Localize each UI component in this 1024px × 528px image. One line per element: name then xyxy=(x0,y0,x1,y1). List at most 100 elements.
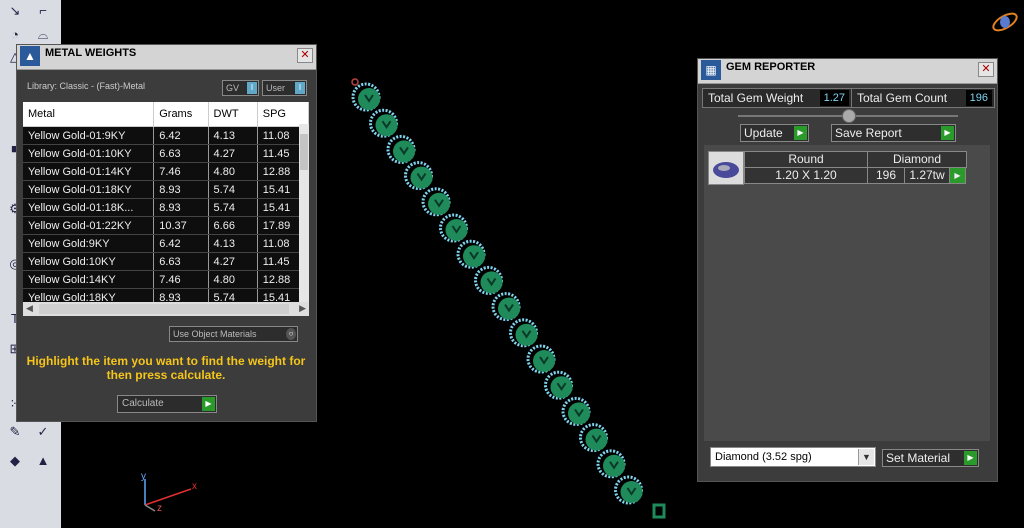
axis-x-label: x xyxy=(192,481,197,492)
point-tool-icon[interactable]: ⌐ xyxy=(30,2,56,20)
table-cell: 6.42 xyxy=(153,126,209,145)
column-header[interactable]: Grams xyxy=(153,102,209,127)
table-cell: Yellow Gold:18KY xyxy=(23,288,155,302)
render-icon[interactable]: ▲ xyxy=(30,452,56,470)
gem-shape: Round xyxy=(744,151,868,168)
table-cell: 6.63 xyxy=(153,252,209,271)
app-logo-icon xyxy=(992,12,1018,32)
instruction-text: Highlight the item you want to find the … xyxy=(26,354,306,382)
update-button[interactable]: Update ▶ xyxy=(740,124,809,142)
table-cell: 4.80 xyxy=(208,162,258,181)
table-cell: 5.74 xyxy=(208,288,258,302)
table-cell: Yellow Gold-01:18K... xyxy=(23,198,155,217)
bracelet-link xyxy=(386,134,416,164)
close-button[interactable]: ✕ xyxy=(978,62,994,77)
curve-tool-icon[interactable]: ↘ xyxy=(2,2,28,20)
update-label: Update xyxy=(744,126,783,140)
table-cell: Yellow Gold-01:10KY xyxy=(23,144,155,163)
shapes-icon[interactable]: ◆ xyxy=(2,452,28,470)
set-material-label: Set Material xyxy=(886,451,951,465)
bracelet-link xyxy=(579,423,608,453)
calculate-label: Calculate xyxy=(122,398,164,409)
total-gem-weight-field: Total Gem Weight 1.27 xyxy=(702,88,852,108)
table-header: Metal Grams DWT SPG xyxy=(23,102,309,127)
horizontal-scrollbar[interactable]: ◀ ▶ xyxy=(23,302,309,316)
gem-material: Diamond xyxy=(867,151,967,168)
scroll-right-icon[interactable]: ▶ xyxy=(299,303,306,314)
pencil-icon[interactable]: ✎ xyxy=(2,423,28,441)
gem-size: 1.20 X 1.20 xyxy=(744,167,868,184)
gem-reporter-panel: ▦ GEM REPORTER ✕ Total Gem Weight 1.27 T… xyxy=(697,58,998,482)
table-row[interactable]: Yellow Gold-01:14KY 7.46 4.80 12.88 xyxy=(23,162,309,181)
metal-weights-icon: ▲ xyxy=(20,46,40,66)
gem-reporter-titlebar[interactable]: ▦ GEM REPORTER ✕ xyxy=(698,59,997,84)
set-material-button[interactable]: Set Material ▶ xyxy=(882,449,979,467)
arc-tool-icon[interactable]: ⌓ xyxy=(30,26,56,44)
total-gem-count-field: Total Gem Count 196 xyxy=(851,88,995,108)
gem-go-button[interactable]: ▶ xyxy=(949,167,966,184)
metal-table[interactable]: Metal Grams DWT SPG Yellow Gold-01:9KY 6.… xyxy=(23,102,309,302)
table-row[interactable]: Yellow Gold-01:18K... 8.93 5.74 15.41 xyxy=(23,198,309,217)
close-button[interactable]: ✕ xyxy=(297,48,313,63)
table-cell: Yellow Gold:10KY xyxy=(23,252,155,271)
table-row[interactable]: Yellow Gold-01:22KY 10.37 6.66 17.89 xyxy=(23,216,309,235)
calculate-button[interactable]: Calculate ▶ xyxy=(117,395,217,413)
table-cell: 7.46 xyxy=(153,270,209,289)
table-cell: 4.13 xyxy=(208,126,258,145)
gem-list: Round 1.20 X 1.20 Diamond 196 1.27tw ▶ xyxy=(704,145,990,441)
chevron-down-icon: ▼ xyxy=(858,449,874,465)
axis-gizmo: y x z xyxy=(131,471,201,518)
total-gem-weight-value: 1.27 xyxy=(819,90,849,106)
save-report-button[interactable]: Save Report ▶ xyxy=(831,124,956,142)
table-row[interactable]: Yellow Gold:14KY 7.46 4.80 12.88 xyxy=(23,270,309,289)
metal-weights-panel: ▲ METAL WEIGHTS ✕ Library: Classic - (Fa… xyxy=(16,44,317,422)
scroll-left-icon[interactable]: ◀ xyxy=(26,303,33,314)
table-cell: 8.93 xyxy=(153,198,209,217)
material-select[interactable]: Diamond (3.52 spg) ▼ xyxy=(710,447,876,467)
slider-handle[interactable] xyxy=(842,109,856,123)
bracelet-link xyxy=(614,475,643,505)
bracelet-link xyxy=(351,82,381,112)
bracelet-link xyxy=(404,161,433,191)
bracelet-link xyxy=(456,239,486,269)
table-cell: 6.63 xyxy=(153,144,209,163)
play-icon: ▶ xyxy=(202,397,215,411)
play-icon: ▶ xyxy=(941,126,954,140)
total-gem-weight-label: Total Gem Weight xyxy=(708,91,804,105)
table-row[interactable]: Yellow Gold:18KY 8.93 5.74 15.41 xyxy=(23,288,309,302)
check-icon[interactable]: ✓ xyxy=(30,423,56,441)
use-object-materials-toggle[interactable]: Use Object Materials ○ xyxy=(169,326,298,342)
table-cell: Yellow Gold-01:22KY xyxy=(23,216,155,235)
bracelet-link xyxy=(526,344,556,374)
vertical-scrollbar[interactable] xyxy=(299,124,309,302)
bracelet-link xyxy=(421,187,451,217)
bracelet-link xyxy=(509,318,538,348)
save-report-label: Save Report xyxy=(835,126,902,140)
circle-tool-icon[interactable]: ◔ xyxy=(2,26,28,44)
column-header[interactable]: SPG xyxy=(257,102,309,127)
column-header[interactable]: Metal xyxy=(23,102,155,127)
column-header[interactable]: DWT xyxy=(208,102,258,127)
table-row[interactable]: Yellow Gold:9KY 6.42 4.13 11.08 xyxy=(23,234,309,253)
table-cell: 5.74 xyxy=(208,198,258,217)
bracelet-link xyxy=(369,108,398,138)
bracelet-link xyxy=(544,370,573,400)
table-cell: 5.74 xyxy=(208,180,258,199)
metal-weights-titlebar[interactable]: ▲ METAL WEIGHTS ✕ xyxy=(17,45,316,70)
table-cell: Yellow Gold-01:9KY xyxy=(23,126,155,145)
table-cell: Yellow Gold-01:14KY xyxy=(23,162,155,181)
material-select-value: Diamond (3.52 spg) xyxy=(715,451,812,463)
jump-ring xyxy=(351,78,359,86)
table-row[interactable]: Yellow Gold-01:18KY 8.93 5.74 15.41 xyxy=(23,180,309,199)
bracelet-link xyxy=(596,449,626,479)
table-row[interactable]: Yellow Gold-01:10KY 6.63 4.27 11.45 xyxy=(23,144,309,163)
table-cell: 4.80 xyxy=(208,270,258,289)
panel-title: GEM REPORTER xyxy=(726,61,816,73)
bracelet-link xyxy=(474,265,503,295)
table-cell: Yellow Gold:14KY xyxy=(23,270,155,289)
gv-toggle[interactable]: GV I xyxy=(222,80,259,96)
table-row[interactable]: Yellow Gold:10KY 6.63 4.27 11.45 xyxy=(23,252,309,271)
table-row[interactable]: Yellow Gold-01:9KY 6.42 4.13 11.08 xyxy=(23,126,309,145)
table-cell: 6.42 xyxy=(153,234,209,253)
user-toggle[interactable]: User I xyxy=(262,80,307,96)
